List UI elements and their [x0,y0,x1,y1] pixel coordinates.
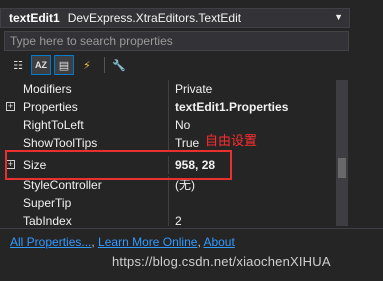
property-name: TabIndex [23,214,72,226]
property-value[interactable]: 2 [175,212,182,226]
property-pages-icon[interactable]: 🔧 [109,55,129,75]
properties-icon[interactable]: ▤ [54,55,74,75]
events-icon[interactable]: ⚡ [77,55,97,75]
property-name: RightToLeft [23,118,84,132]
chevron-down-icon[interactable]: ▼ [334,12,343,22]
property-row-properties[interactable]: + Properties textEdit1.Properties [0,98,350,116]
property-value[interactable]: Private [175,80,212,98]
footer-divider [0,228,383,229]
vertical-scrollbar[interactable] [336,80,348,226]
property-row-tabindex[interactable]: TabIndex 2 [0,212,350,226]
all-properties-link[interactable]: All Properties... [10,235,91,249]
expand-icon[interactable]: + [6,102,15,111]
about-link[interactable]: About [203,235,234,249]
annotation-label: 自由设置 [205,133,258,148]
property-name: Properties [23,100,78,114]
object-selector[interactable]: textEdit1 DevExpress.XtraEditors.TextEdi… [0,8,350,28]
column-divider[interactable] [168,98,169,116]
property-value[interactable]: textEdit1.Properties [175,98,288,116]
learn-more-link[interactable]: Learn More Online [98,235,197,249]
highlight-box [5,150,232,180]
search-input[interactable]: Type here to search properties [4,31,349,51]
scrollbar-thumb[interactable] [338,158,346,178]
search-placeholder: Type here to search properties [10,34,173,48]
property-name: SuperTip [23,196,72,210]
property-row-righttoleft[interactable]: RightToLeft No [0,116,350,134]
column-divider[interactable] [168,116,169,134]
property-value[interactable]: No [175,116,190,134]
categorized-icon[interactable]: ☷ [8,55,28,75]
alphabetical-icon[interactable]: AZ [31,55,51,75]
footer-links: All Properties..., Learn More Online, Ab… [10,235,235,249]
property-name: Modifiers [23,82,72,96]
column-divider[interactable] [168,194,169,212]
watermark: https://blog.csdn.net/xiaochenXIHUA [112,254,331,269]
property-row-modifiers[interactable]: Modifiers Private [0,80,350,98]
toolbar-divider [104,57,105,73]
object-type: DevExpress.XtraEditors.TextEdit [67,11,242,25]
column-divider[interactable] [168,80,169,98]
property-row-supertip[interactable]: SuperTip [0,194,350,212]
column-divider[interactable] [168,212,169,226]
property-toolbar: ☷ AZ ▤ ⚡ 🔧 [8,54,132,76]
object-name: textEdit1 [9,11,60,25]
